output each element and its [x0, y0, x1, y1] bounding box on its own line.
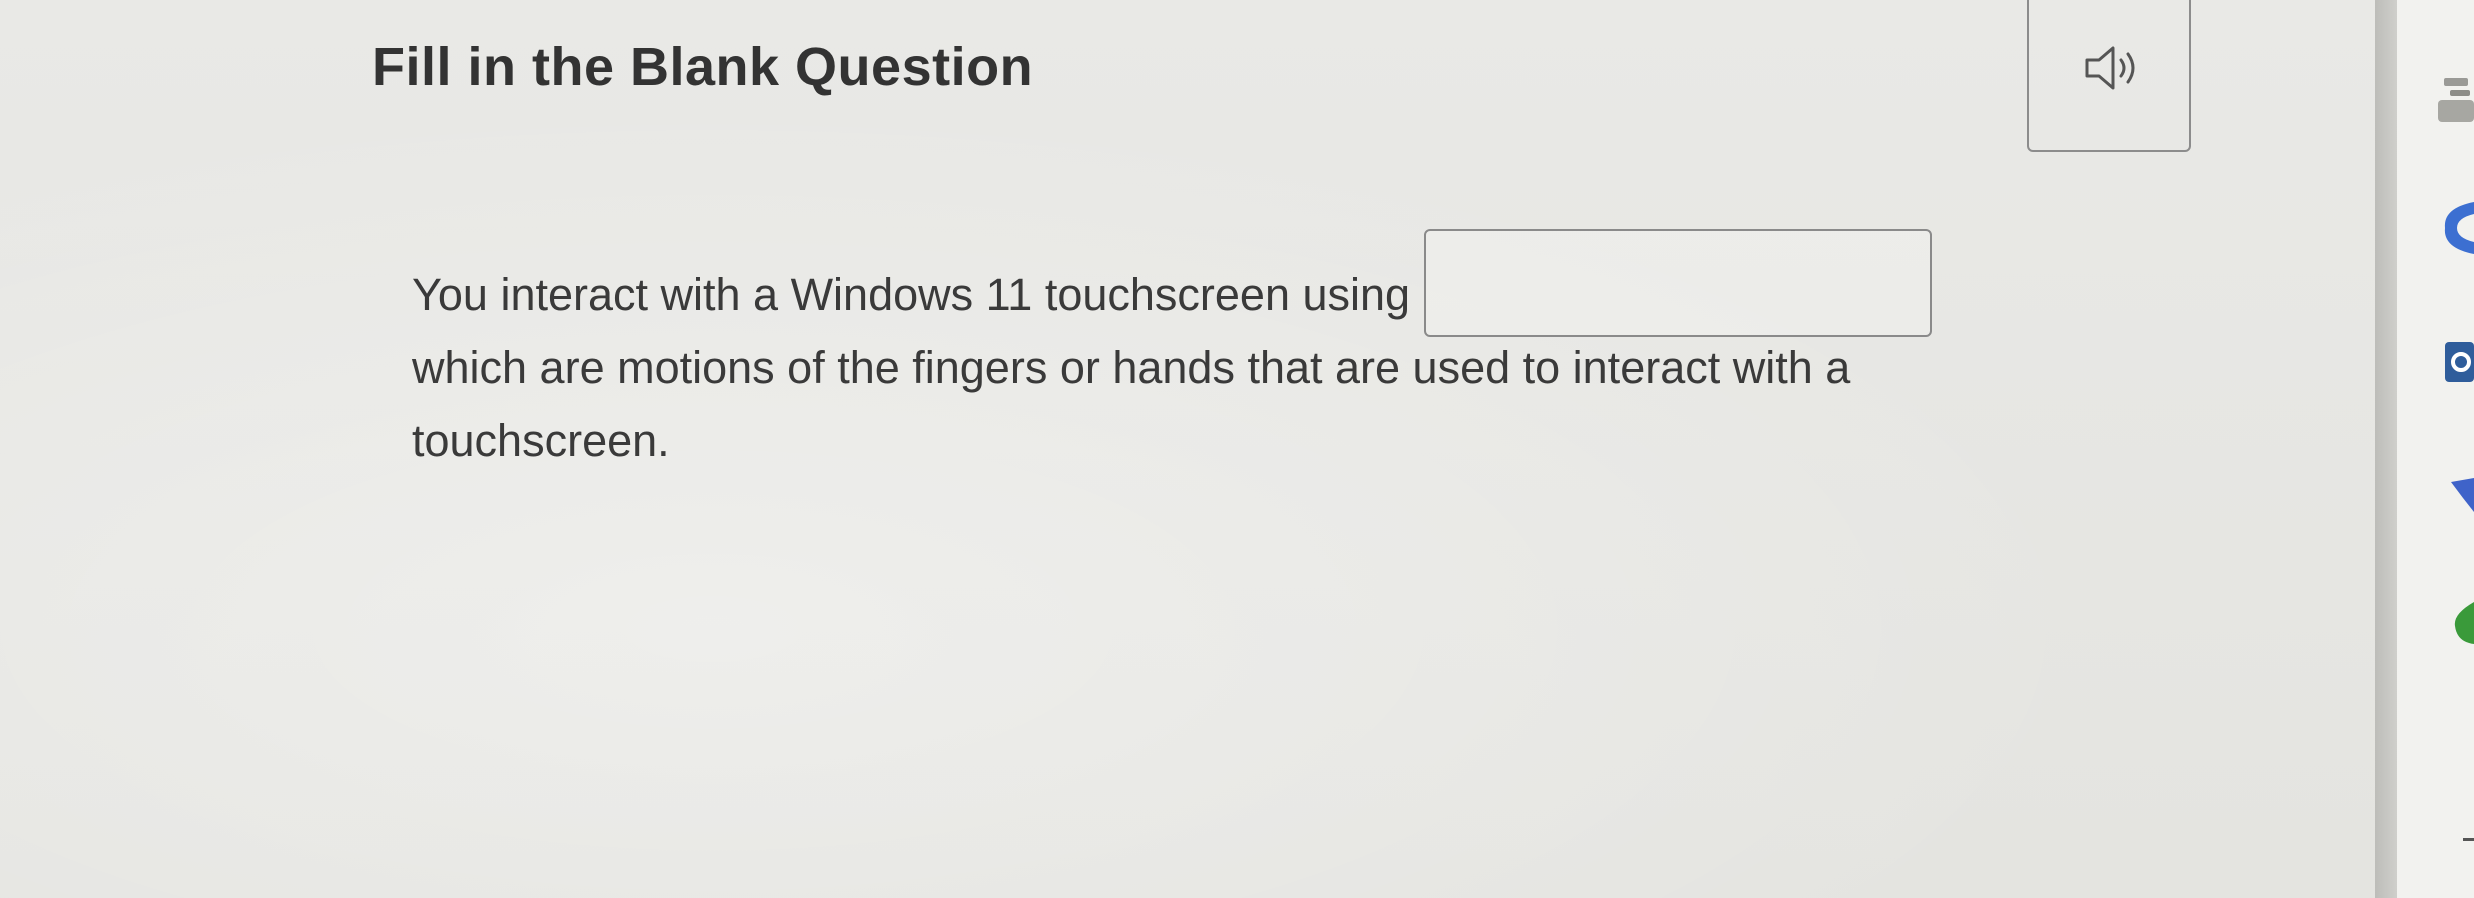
scrollbar-track[interactable]: [2375, 0, 2397, 898]
divider: [2463, 838, 2474, 841]
question-title: Fill in the Blank Question: [372, 37, 1034, 97]
refresh-icon[interactable]: [2441, 198, 2474, 258]
question-text-before-blank: You interact with a Windows 11 touchscre…: [412, 269, 1411, 320]
side-toolbar: [2397, 0, 2474, 898]
question-body: You interact with a Windows 11 touchscre…: [412, 229, 2132, 477]
question-line-1: You interact with a Windows 11 touchscre…: [412, 229, 2132, 338]
office-app-icon[interactable]: [2445, 342, 2474, 382]
fill-in-blank-input[interactable]: [1424, 229, 1933, 338]
read-aloud-button[interactable]: [2027, 0, 2191, 152]
question-line-2: which are motions of the fingers or hand…: [412, 342, 1851, 393]
question-panel: Fill in the Blank Question You interact …: [0, 0, 2375, 898]
leaf-icon[interactable]: [2453, 602, 2474, 644]
bookmark-icon[interactable]: [2451, 478, 2474, 512]
speaker-icon: [2085, 46, 2135, 90]
person-icon[interactable]: [2438, 78, 2474, 130]
question-line-3: touchscreen.: [412, 415, 670, 466]
